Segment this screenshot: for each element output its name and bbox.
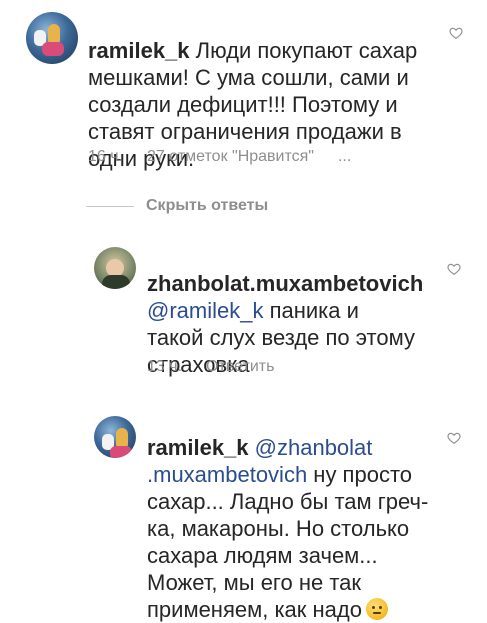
comment-time: 16 ч. [88,148,124,165]
reply-username[interactable]: ramilek_k [147,435,249,460]
reply-button[interactable]: Ответить [206,358,274,375]
avatar[interactable] [94,247,136,289]
reply: zhanbolat.muxambetovich @ramilek_k паник… [0,238,487,388]
reply-mention[interactable]: @zhanbolat [255,435,373,460]
comment-likes[interactable]: 27 отметок "Нравится" [147,148,314,165]
thinking-face-icon [365,598,388,620]
avatar[interactable] [94,416,136,458]
avatar[interactable] [26,12,78,64]
heart-icon[interactable] [447,431,461,445]
reply-body: ramilek_k @zhanbolat .muxambetovich ну п… [147,407,447,623]
reply-text-after-mention: ну просто [307,462,413,487]
reply-mention-continued[interactable]: .muxambetovich [147,462,307,487]
hide-replies-button[interactable]: Скрыть ответы [146,197,268,215]
reply-username[interactable]: zhanbolat.muxambetovich [147,271,423,296]
reply-meta: 13 ч. Ответить [147,358,298,376]
reply: ramilek_k @zhanbolat .muxambetovich ну п… [0,405,487,622]
reply-time: 13 ч. [147,358,183,375]
comment-meta: 16 ч. 27 отметок "Нравится"... [88,148,351,166]
reply-mention[interactable]: @ramilek_k [147,298,263,323]
heart-icon[interactable] [449,26,463,40]
comment: ramilek_k Люди покупают сахар мешками! С… [0,0,487,180]
comment-more-button[interactable]: ... [338,148,351,165]
replies-divider [86,206,134,207]
comment-username[interactable]: ramilek_k [88,38,190,63]
heart-icon[interactable] [447,262,461,276]
